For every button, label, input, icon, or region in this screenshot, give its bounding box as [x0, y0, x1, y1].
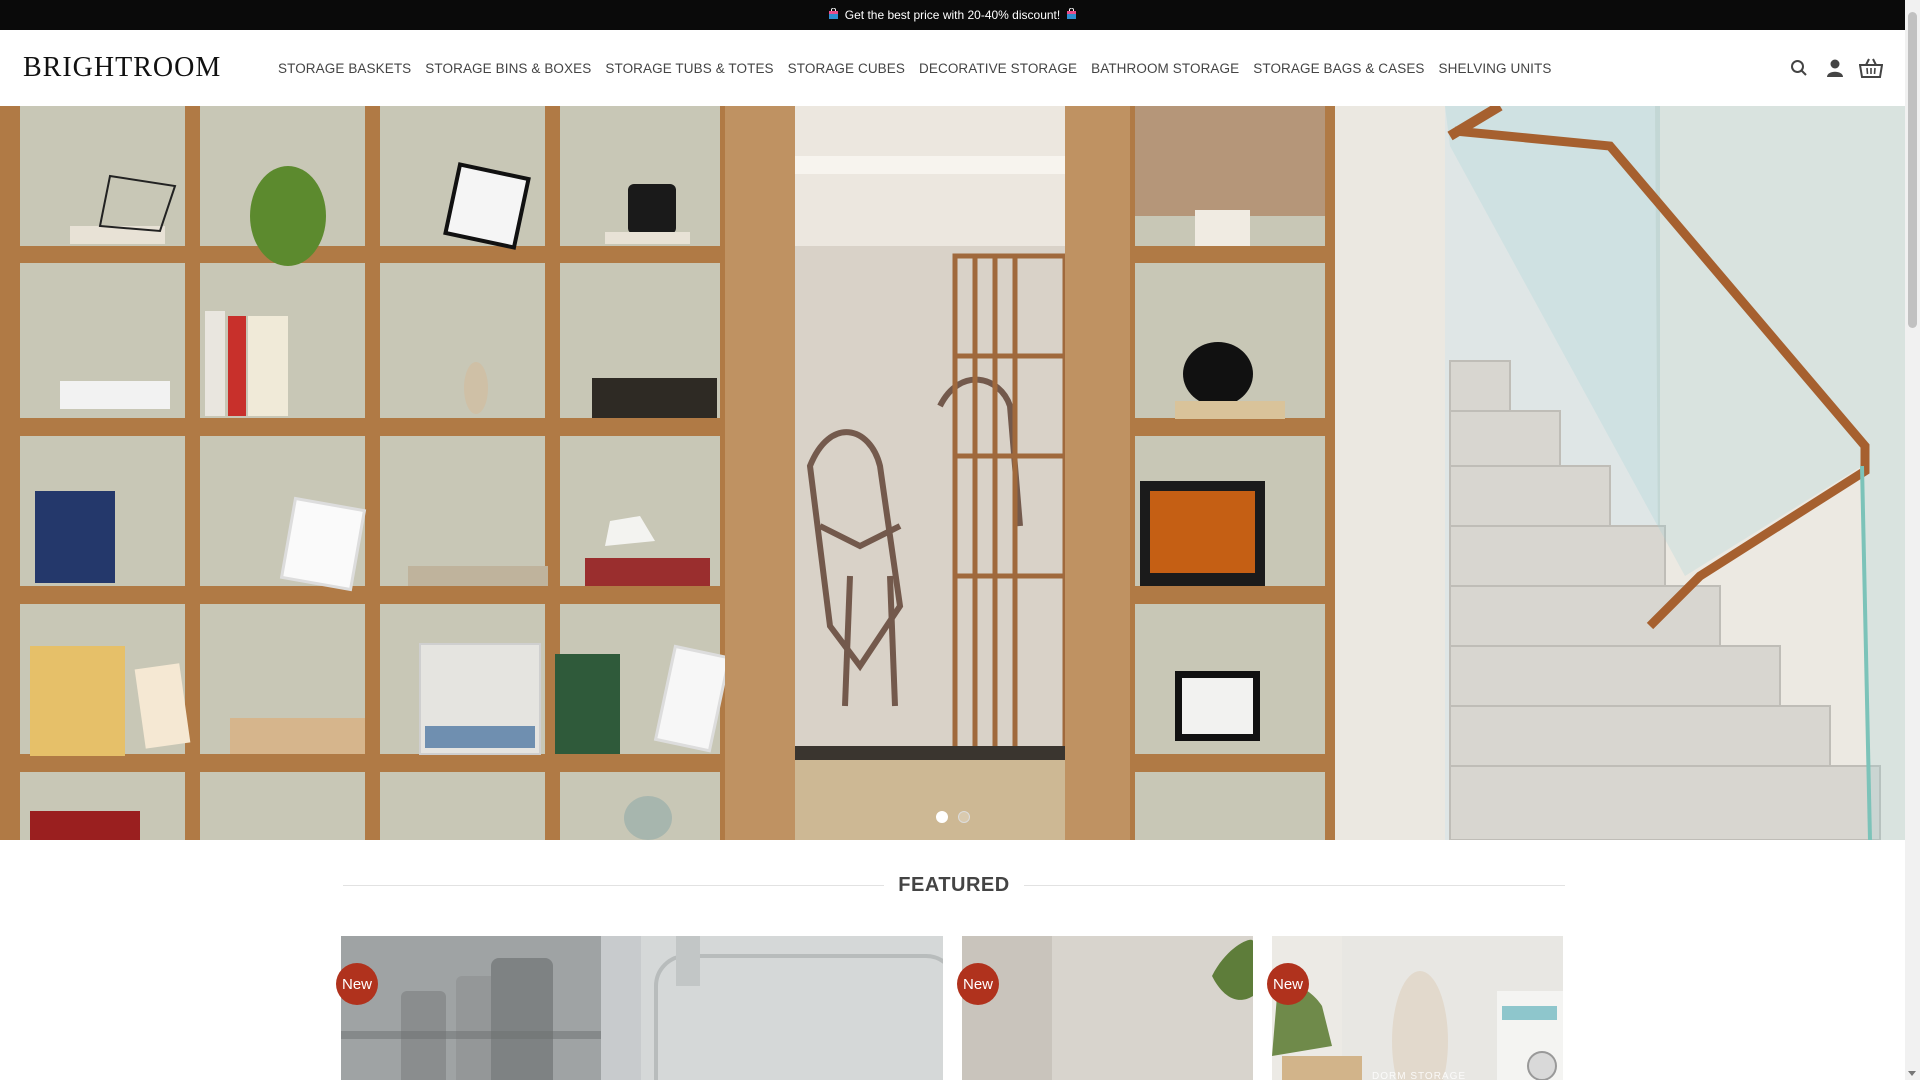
divider-line [1023, 884, 1565, 886]
site-header: BRIGHTROOM STORAGE BASKETS STORAGE BINS … [0, 30, 1905, 107]
featured-heading: FEATURED [343, 870, 1565, 900]
new-badge: New [957, 963, 999, 1005]
account-icon[interactable] [1823, 56, 1847, 80]
search-icon[interactable] [1787, 56, 1811, 80]
nav-storage-bags-cases[interactable]: STORAGE BAGS & CASES [1253, 61, 1424, 76]
featured-card-image [341, 936, 943, 1080]
slider-dot-2[interactable] [958, 811, 970, 823]
featured-card-1[interactable] [341, 936, 943, 1080]
hero-slider[interactable] [0, 106, 1905, 840]
slider-pagination [936, 811, 970, 823]
card-category-label: DORM STORAGE [1372, 1071, 1467, 1080]
shopping-bag-icon [1066, 7, 1077, 23]
shopping-bag-icon [828, 7, 839, 23]
nav-decorative-storage[interactable]: DECORATIVE STORAGE [919, 61, 1077, 76]
nav-storage-tubs-totes[interactable]: STORAGE TUBS & TOTES [605, 61, 773, 76]
hero-image [0, 106, 1905, 840]
new-badge: New [1267, 963, 1309, 1005]
main-nav: STORAGE BASKETS STORAGE BINS & BOXES STO… [278, 61, 1565, 76]
nav-shelving-units[interactable]: SHELVING UNITS [1439, 61, 1552, 76]
promo-bar: Get the best price with 20-40% discount! [0, 0, 1905, 30]
featured-card-image [962, 936, 1253, 1080]
page-scrollbar[interactable] [1905, 0, 1920, 1080]
divider-line [343, 884, 885, 886]
scrollbar-thumb[interactable] [1908, 12, 1917, 328]
featured-card-2[interactable] [962, 936, 1253, 1080]
slider-dot-1[interactable] [936, 811, 948, 823]
featured-card-3[interactable] [1272, 936, 1563, 1080]
nav-storage-baskets[interactable]: STORAGE BASKETS [278, 61, 411, 76]
brand-logo[interactable]: BRIGHTROOM [23, 52, 278, 84]
cart-basket-icon[interactable] [1859, 56, 1883, 80]
scroll-down-arrow-icon[interactable] [1908, 1071, 1916, 1076]
nav-storage-bins-boxes[interactable]: STORAGE BINS & BOXES [425, 61, 591, 76]
page: Get the best price with 20-40% discount!… [0, 0, 1905, 1080]
featured-title: FEATURED [898, 873, 1010, 896]
featured-card-image [1272, 936, 1563, 1080]
header-actions [1787, 30, 1883, 106]
nav-bathroom-storage[interactable]: BATHROOM STORAGE [1091, 61, 1239, 76]
promo-text: Get the best price with 20-40% discount! [844, 8, 1061, 22]
nav-storage-cubes[interactable]: STORAGE CUBES [788, 61, 905, 76]
new-badge: New [336, 963, 378, 1005]
